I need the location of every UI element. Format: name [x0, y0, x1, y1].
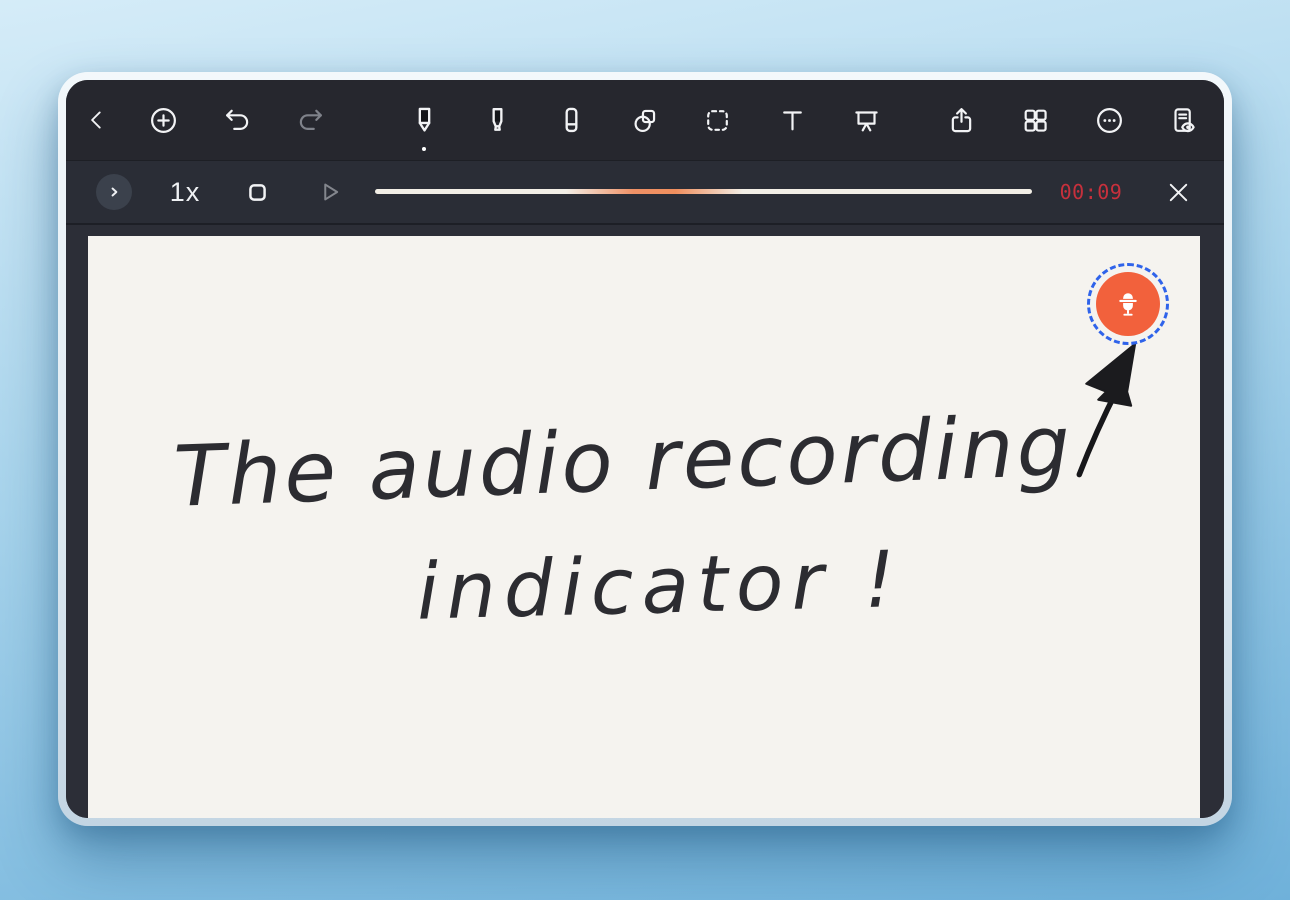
pen-tool-button[interactable] — [402, 80, 446, 160]
shapes-icon — [633, 109, 655, 132]
recording-selection-ring — [1087, 263, 1169, 345]
undo-button[interactable] — [215, 80, 259, 160]
highlighter-tool-button[interactable] — [475, 80, 519, 160]
eraser-icon — [565, 107, 577, 132]
back-button[interactable] — [75, 80, 119, 160]
pen-icon — [418, 107, 430, 132]
close-playback-button[interactable] — [1158, 161, 1198, 223]
app-window: 1x 00:09 The audio recording indicator ! — [58, 72, 1232, 826]
audio-playback-bar: 1x 00:09 — [66, 160, 1224, 223]
more-button[interactable] — [1087, 80, 1131, 160]
pages-button[interactable] — [1013, 80, 1057, 160]
undo-icon — [225, 109, 248, 130]
chevron-right-icon — [111, 187, 118, 197]
notes-app: 1x 00:09 The audio recording indicator ! — [66, 80, 1224, 818]
hand-drawn-arrow — [1076, 342, 1137, 478]
selection-tool-button[interactable] — [695, 80, 739, 160]
play-icon — [324, 183, 339, 201]
play-button[interactable] — [308, 161, 350, 223]
stop-button[interactable] — [237, 161, 277, 223]
document-eye-icon — [1173, 107, 1195, 132]
text-tool-icon — [782, 110, 802, 130]
plus-circle-icon — [150, 107, 176, 133]
main-toolbar — [66, 80, 1224, 160]
microphone-button[interactable] — [1096, 272, 1160, 336]
redo-icon — [299, 109, 322, 130]
collapse-playback-button[interactable] — [96, 174, 132, 210]
microphone-icon — [1119, 293, 1137, 316]
shapes-tool-button[interactable] — [622, 80, 666, 160]
chevron-left-icon — [91, 111, 101, 129]
text-tool-button[interactable] — [770, 80, 814, 160]
handwriting-line-1: The audio recording — [172, 396, 1074, 525]
add-button[interactable] — [141, 80, 185, 160]
playback-progress-track[interactable] — [375, 189, 1032, 194]
note-canvas[interactable]: The audio recording indicator ! — [88, 236, 1200, 818]
stop-icon — [248, 183, 266, 201]
canvas-area: The audio recording indicator ! — [66, 223, 1224, 818]
redo-button[interactable] — [288, 80, 332, 160]
handwriting-ink: The audio recording indicator ! — [172, 342, 1137, 638]
ellipsis-circle-icon — [1096, 107, 1122, 133]
desktop-background: 1x 00:09 The audio recording indicator ! — [0, 0, 1290, 900]
presenter-button[interactable] — [844, 80, 888, 160]
recorded-audio-segment — [565, 189, 743, 194]
audio-recording-indicator[interactable] — [1087, 263, 1169, 345]
handwriting-line-2: indicator ! — [416, 535, 905, 638]
grid-icon — [1024, 109, 1047, 132]
marquee-selection-icon — [706, 109, 728, 131]
share-icon — [951, 107, 971, 132]
eraser-tool-button[interactable] — [549, 80, 593, 160]
selected-tool-dot — [422, 147, 426, 151]
share-button[interactable] — [939, 80, 983, 160]
close-icon — [1169, 183, 1187, 201]
elapsed-time: 00:09 — [1059, 180, 1123, 204]
playback-speed-button[interactable]: 1x — [163, 161, 207, 223]
highlighter-icon — [491, 107, 503, 131]
presentation-icon — [854, 110, 878, 131]
page-preview-button[interactable] — [1160, 80, 1204, 160]
